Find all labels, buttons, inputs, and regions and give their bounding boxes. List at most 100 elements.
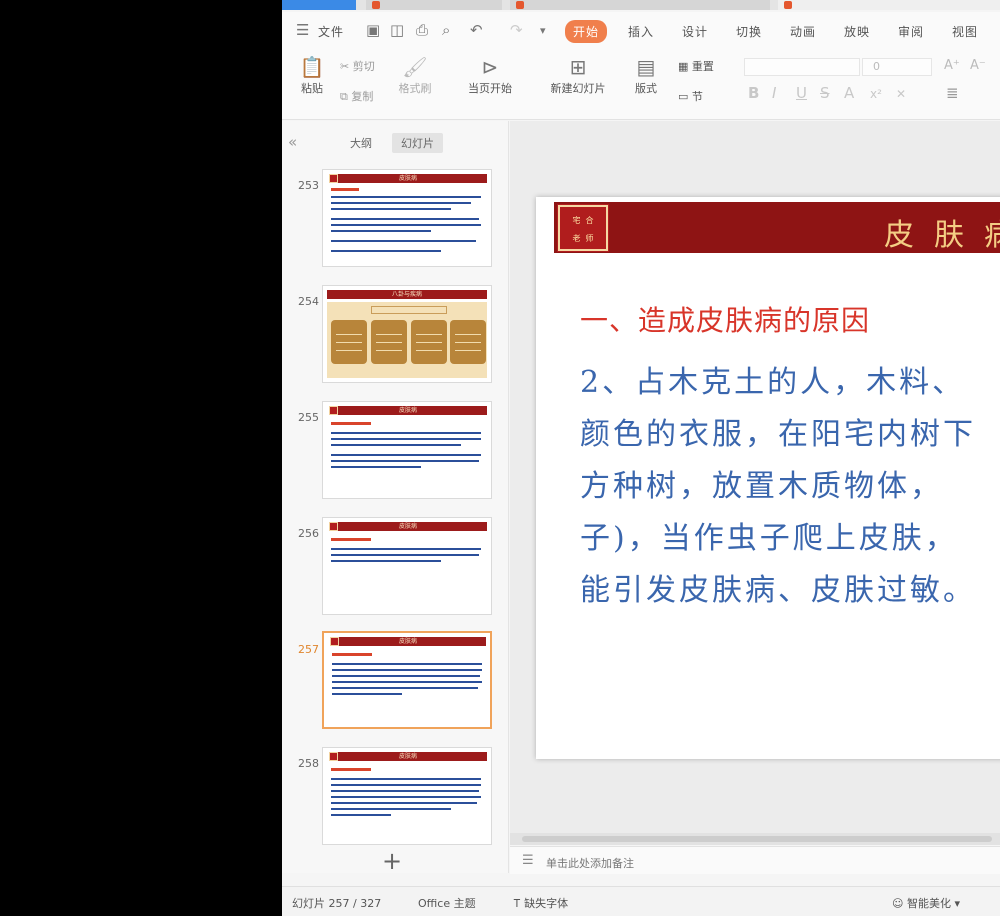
thumbnail-logo xyxy=(330,637,339,646)
thumbnail-title: 皮肤病 xyxy=(398,523,418,530)
shrink-font-icon[interactable]: A⁻ xyxy=(970,58,986,73)
section-button[interactable]: ▭ 节 xyxy=(678,88,703,104)
thumbnail-logo xyxy=(329,752,338,761)
scrollbar-thumb[interactable] xyxy=(522,836,992,842)
presentation-file-icon xyxy=(372,1,380,9)
slide-body-line[interactable]: 颜色的衣服，在阳宅内树下 xyxy=(580,409,976,453)
beautify-icon: ☺ xyxy=(892,897,904,910)
strikethrough-icon[interactable]: S xyxy=(820,84,830,102)
status-bar: 幻灯片 257 / 327 Office 主题 Ꭲ 缺失字体 ☺ 智能美化 ▾ xyxy=(282,886,1000,916)
slide-number: 256 xyxy=(298,527,319,540)
thumbnail-logo xyxy=(329,522,338,531)
save-icon[interactable]: ▣ xyxy=(366,21,380,39)
slide-number-current: 257 xyxy=(298,643,319,656)
tab-design[interactable]: 设计 xyxy=(682,23,708,40)
slide-number: 258 xyxy=(298,757,319,770)
paste-button[interactable]: 📋 粘贴 xyxy=(292,54,332,96)
slide-body-line[interactable]: 子)，当作虫子爬上皮肤， xyxy=(580,513,958,557)
thumbnail-title: 皮肤病 xyxy=(398,753,418,760)
undo-icon[interactable]: ↶ xyxy=(470,21,483,39)
font-name-select[interactable] xyxy=(744,58,860,76)
print-icon[interactable]: ⎙ xyxy=(416,21,428,39)
missing-font-button[interactable]: Ꭲ 缺失字体 xyxy=(514,895,568,911)
slide-number: 255 xyxy=(298,411,319,424)
font-icon: Ꭲ xyxy=(514,897,521,910)
underline-icon[interactable]: U xyxy=(796,84,807,102)
font-color-icon[interactable]: A xyxy=(844,84,854,102)
slide-panel: « 大纲 幻灯片 253 皮肤病 254 八卦与疾病 255 皮肤病 256 皮… xyxy=(282,121,509,875)
thumbnail-title: 皮肤病 xyxy=(398,407,418,414)
presentation-app-window: ☰ 文件 ▣ ◫ ⎙ ⌕ ↶ ↷ ▾ 开始 插入 设计 切换 动画 放映 审阅 … xyxy=(282,0,1000,916)
redo-icon[interactable]: ↷ xyxy=(510,21,523,39)
document-tab-active[interactable] xyxy=(778,0,1000,10)
tab-view[interactable]: 视图 xyxy=(952,23,978,40)
title-bar xyxy=(282,0,1000,10)
new-slide-button[interactable]: ⊞ 新建幻灯片 xyxy=(542,54,614,96)
slide-body-line[interactable]: 方种树，放置木质物体， xyxy=(580,461,943,505)
layout-button[interactable]: ▤ 版式 xyxy=(628,54,664,96)
document-tab[interactable] xyxy=(510,0,770,10)
play-from-current-button[interactable]: ⊳ 当页开始 xyxy=(458,54,522,96)
slide-body-line[interactable]: 能引发皮肤病、皮肤过敏。 xyxy=(580,565,976,609)
ribbon-toolbar: 📋 粘贴 ✂ 剪切 ⧉ 复制 🖌 格式刷 ⊳ 当页开始 ⊞ 新建幻灯片 ▤ 版式… xyxy=(282,50,1000,120)
collapse-panel-icon[interactable]: « xyxy=(288,133,297,151)
slide-thumbnail[interactable]: 皮肤病 xyxy=(322,747,492,845)
slide-canvas: 皮肤病 宅合 老师 一、造成皮肤病的原因 2、占木克土的人，木料、 颜色的衣服，… xyxy=(510,121,1000,845)
slide-number: 253 xyxy=(298,179,319,192)
notes-placeholder[interactable]: 单击此处添加备注 xyxy=(546,855,634,871)
copy-button[interactable]: ⧉ 复制 xyxy=(340,88,373,104)
theme-name: Office 主题 xyxy=(418,897,476,910)
format-painter-button[interactable]: 🖌 格式刷 xyxy=(394,54,436,96)
play-circle-icon: ⊳ xyxy=(481,55,499,79)
tab-slideshow[interactable]: 放映 xyxy=(844,23,870,40)
thumbnail-logo xyxy=(329,174,338,183)
italic-icon[interactable]: I xyxy=(772,84,776,102)
add-slide-button[interactable]: + xyxy=(382,847,402,875)
text-effect-icon[interactable]: ≣ xyxy=(946,84,959,102)
tab-review[interactable]: 审阅 xyxy=(898,23,924,40)
slide-heading[interactable]: 一、造成皮肤病的原因 xyxy=(580,299,870,339)
print-preview-icon[interactable]: ⌕ xyxy=(442,21,450,39)
cut-button[interactable]: ✂ 剪切 xyxy=(340,58,375,74)
slide-thumbnail[interactable]: 皮肤病 xyxy=(322,517,492,615)
new-slide-icon: ⊞ xyxy=(569,55,587,79)
slide-body-line[interactable]: 2、占木克土的人，木料、 xyxy=(580,357,965,401)
thumbnail-logo xyxy=(329,406,338,415)
superscript-icon[interactable]: x² xyxy=(870,87,882,101)
slide[interactable]: 皮肤病 宅合 老师 一、造成皮肤病的原因 2、占木克土的人，木料、 颜色的衣服，… xyxy=(536,197,1000,759)
menu-file[interactable]: 文件 xyxy=(318,23,344,40)
font-size-select[interactable]: 0 xyxy=(862,58,932,76)
notes-pane[interactable]: ☰ 单击此处添加备注 xyxy=(510,846,1000,874)
document-tab[interactable] xyxy=(366,0,502,10)
smart-beautify-button[interactable]: ☺ 智能美化 ▾ xyxy=(892,895,960,911)
paintbrush-icon: 🖌 xyxy=(402,55,428,79)
menu-bar: ☰ 文件 ▣ ◫ ⎙ ⌕ ↶ ↷ ▾ 开始 插入 设计 切换 动画 放映 审阅 … xyxy=(282,12,1000,50)
slide-title[interactable]: 皮肤病 xyxy=(884,210,1000,254)
tab-transition[interactable]: 切换 xyxy=(736,23,762,40)
chevron-down-icon[interactable]: ▾ xyxy=(540,24,546,37)
tab-start[interactable]: 开始 xyxy=(565,20,608,43)
thumbnail-title: 皮肤病 xyxy=(398,175,418,182)
slide-thumbnail-selected[interactable]: 皮肤病 xyxy=(322,631,492,729)
home-tab[interactable] xyxy=(282,0,356,10)
tab-slides[interactable]: 幻灯片 xyxy=(392,133,443,153)
export-pdf-icon[interactable]: ◫ xyxy=(390,21,404,39)
slide-header-bar: 皮肤病 xyxy=(554,202,1000,253)
reset-button[interactable]: ▦ 重置 xyxy=(678,58,714,74)
bold-icon[interactable]: B xyxy=(748,84,759,102)
notes-icon: ☰ xyxy=(522,853,534,868)
grow-font-icon[interactable]: A⁺ xyxy=(944,58,960,73)
tab-insert[interactable]: 插入 xyxy=(628,23,654,40)
horizontal-scrollbar[interactable] xyxy=(510,833,1000,845)
presentation-file-icon xyxy=(516,1,524,9)
slide-thumbnail[interactable]: 皮肤病 xyxy=(322,401,492,499)
paste-icon: 📋 xyxy=(299,55,325,79)
slide-thumbnail[interactable]: 皮肤病 xyxy=(322,169,492,267)
hamburger-menu-icon[interactable]: ☰ xyxy=(296,21,309,39)
clear-format-icon[interactable]: ✕ xyxy=(896,87,906,101)
slide-thumbnail[interactable]: 八卦与疾病 xyxy=(322,285,492,383)
presentation-file-icon xyxy=(784,1,792,9)
tab-outline[interactable]: 大纲 xyxy=(350,135,372,151)
tab-animation[interactable]: 动画 xyxy=(790,23,816,40)
logo-seal: 宅合 老师 xyxy=(557,204,609,252)
